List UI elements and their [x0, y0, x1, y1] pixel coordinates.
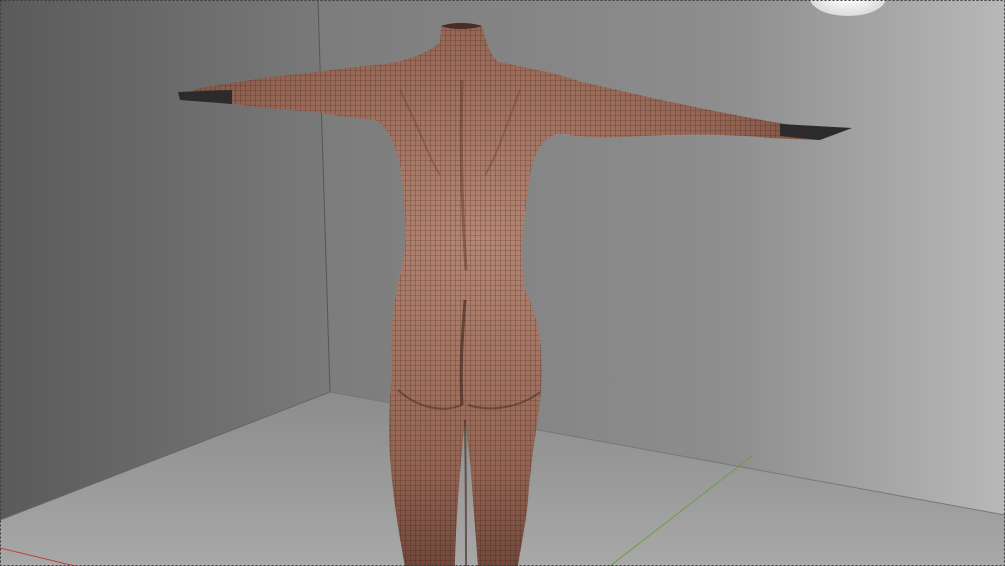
leg-gap	[464, 419, 467, 566]
3d-viewport[interactable]	[0, 0, 1005, 566]
viewport-canvas[interactable]	[0, 0, 1005, 566]
